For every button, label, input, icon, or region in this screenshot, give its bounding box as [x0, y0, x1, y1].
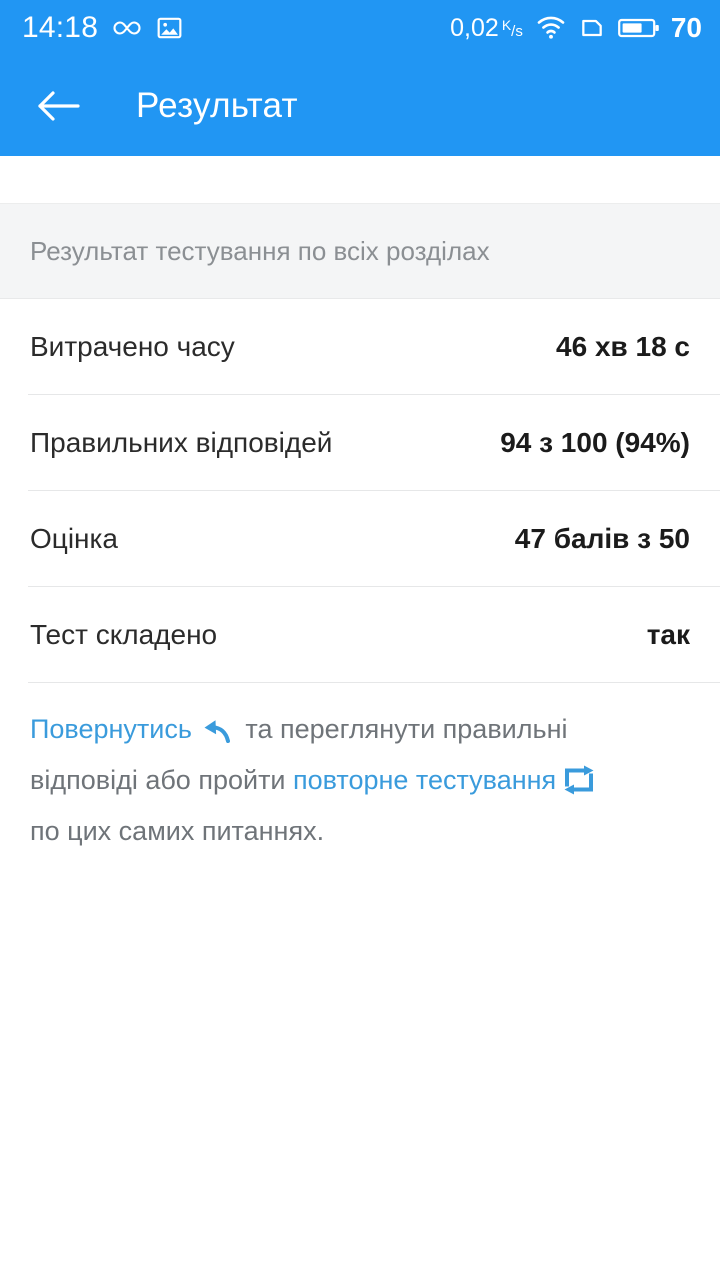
battery-icon [617, 16, 660, 40]
image-icon [156, 15, 183, 41]
back-button[interactable] [30, 78, 86, 134]
row-label: Правильних відповідей [30, 427, 333, 458]
undo-arrow-icon[interactable] [198, 713, 232, 758]
section-header: Результат тестування по всіх розділах [0, 204, 720, 299]
battery-level-label: 70 [670, 12, 702, 43]
back-arrow-icon [36, 89, 80, 123]
row-value: 46 хв 18 с [556, 331, 690, 362]
status-bar-right: 0,02 K/s 70 [450, 12, 702, 44]
network-speed-value: 0,02 [450, 13, 499, 42]
section-subtitle: Результат тестування по всіх розділах [30, 235, 490, 266]
return-link[interactable]: Повернутись [30, 714, 192, 744]
status-bar: 14:18 0,02 K/s 70 [0, 0, 720, 56]
row-value: 94 з 100 (94%) [500, 427, 690, 458]
app-bar: Результат [0, 56, 720, 156]
table-row: Оцінка 47 балів з 50 [0, 491, 720, 587]
page-title: Результат [136, 86, 298, 125]
row-value: так [646, 619, 690, 650]
repeat-icon[interactable] [562, 764, 596, 809]
footer-note: Повернутись та переглянути правильні від… [0, 683, 660, 854]
network-speed-unit: K/s [501, 16, 523, 40]
row-value: 47 балів з 50 [514, 523, 690, 554]
sim-card-icon [579, 15, 605, 41]
status-clock: 14:18 [22, 11, 99, 44]
infinity-icon [112, 18, 142, 38]
status-bar-left: 14:18 [22, 13, 183, 43]
network-speed-unit-numerator: K [501, 16, 512, 33]
row-label: Тест складено [30, 619, 218, 650]
row-label: Витрачено часу [30, 331, 235, 362]
result-screen: 14:18 0,02 K/s 70 Результат Результат те… [0, 0, 720, 1280]
table-row: Витрачено часу 46 хв 18 с [0, 299, 720, 395]
wifi-icon [536, 16, 566, 40]
network-speed-unit-denominator: s [515, 22, 523, 40]
row-label: Оцінка [30, 523, 118, 554]
results-list: Витрачено часу 46 хв 18 с Правильних від… [0, 299, 720, 683]
content-top-spacer [0, 156, 720, 204]
footer-text-part-2: по цих самих питаннях. [30, 816, 325, 846]
table-row: Правильних відповідей 94 з 100 (94%) [0, 395, 720, 491]
retest-link[interactable]: повторне тестування [293, 765, 556, 795]
network-speed: 0,02 K/s [450, 14, 523, 43]
table-row: Тест складено так [0, 587, 720, 683]
